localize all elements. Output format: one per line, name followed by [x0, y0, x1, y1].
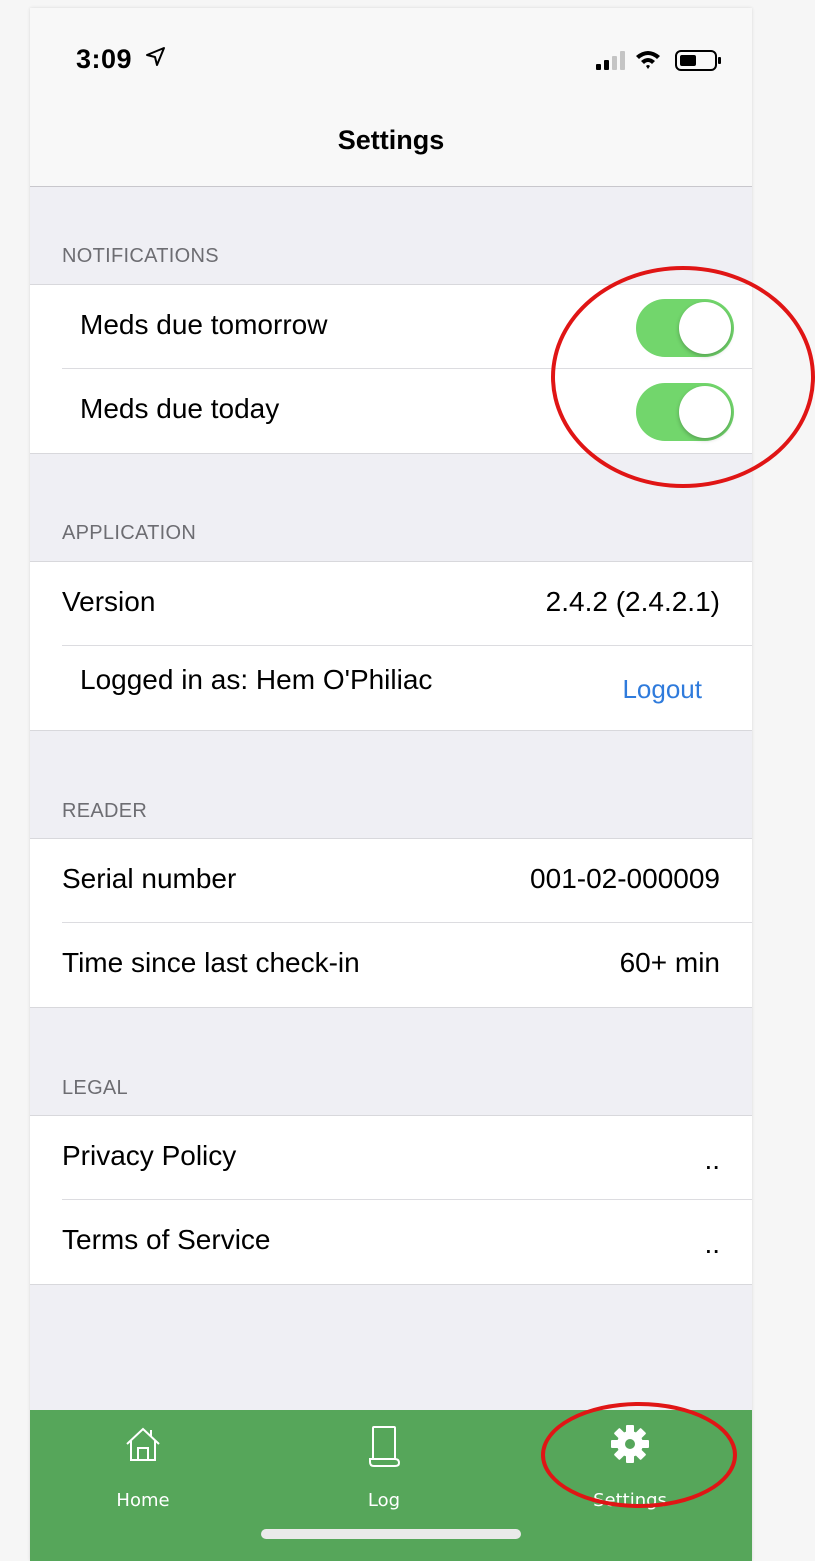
section-header-application: APPLICATION [62, 522, 197, 544]
privacy-policy-label: Privacy Policy [62, 1140, 237, 1171]
setting-label: Meds due today [80, 393, 280, 424]
tab-home[interactable]: Home [43, 1410, 243, 1511]
home-indicator[interactable] [261, 1529, 521, 1539]
annotation-circle-toggles [551, 266, 815, 488]
serial-number-value: 001-02-000009 [530, 863, 720, 894]
terms-of-service-more: .. [704, 1228, 720, 1259]
navigation-bar: Settings [30, 103, 752, 187]
setting-row-account: Logged in as: Hem O'Philiac Logout [30, 646, 752, 730]
last-check-in-value: 60+ min [619, 947, 720, 978]
setting-row-last-check-in: Time since last check-in 60+ min [30, 923, 752, 1007]
version-value: 2.4.2 (2.4.2.1) [545, 586, 720, 617]
version-label: Version [62, 586, 156, 617]
logout-button[interactable]: Logout [622, 674, 702, 705]
serial-number-label: Serial number [62, 863, 237, 894]
battery-icon [675, 50, 721, 71]
location-arrow-icon [144, 46, 166, 73]
legal-group: Privacy Policy .. Terms of Service .. [30, 1115, 752, 1285]
setting-label: Meds due tomorrow [80, 309, 328, 340]
status-icons [596, 48, 726, 79]
page-title: Settings [337, 125, 445, 155]
last-check-in-label: Time since last check-in [62, 947, 360, 978]
cellular-signal-icon [596, 51, 625, 70]
terms-of-service-row[interactable]: Terms of Service .. [30, 1200, 752, 1284]
application-group: Version 2.4.2 (2.4.2.1) Logged in as: He… [30, 561, 752, 731]
section-header-legal: LEGAL [62, 1077, 128, 1099]
annotation-circle-settings-tab [541, 1402, 737, 1508]
status-time: 3:09 [76, 44, 133, 74]
privacy-policy-more: .. [704, 1144, 720, 1175]
terms-of-service-label: Terms of Service [62, 1224, 271, 1255]
tab-label-log: Log [367, 1490, 401, 1511]
status-bar: 3:09 [30, 8, 752, 103]
reader-group: Serial number 001-02-000009 Time since l… [30, 838, 752, 1008]
setting-row-serial-number: Serial number 001-02-000009 [30, 839, 752, 923]
logged-in-label: Logged in as: Hem O'Philiac [80, 664, 433, 695]
section-header-notifications: NOTIFICATIONS [62, 245, 219, 267]
privacy-policy-row[interactable]: Privacy Policy .. [30, 1116, 752, 1200]
section-header-reader: READER [62, 800, 148, 822]
wifi-icon [636, 51, 660, 69]
tab-log[interactable]: Log [284, 1410, 484, 1511]
tab-label-home: Home [116, 1490, 170, 1511]
setting-row-version: Version 2.4.2 (2.4.2.1) [30, 562, 752, 646]
home-icon [43, 1424, 243, 1469]
phone-screen: 3:09 Settings NOTIFICATIONS Meds due tom… [30, 8, 752, 1561]
scroll-icon [284, 1424, 484, 1473]
